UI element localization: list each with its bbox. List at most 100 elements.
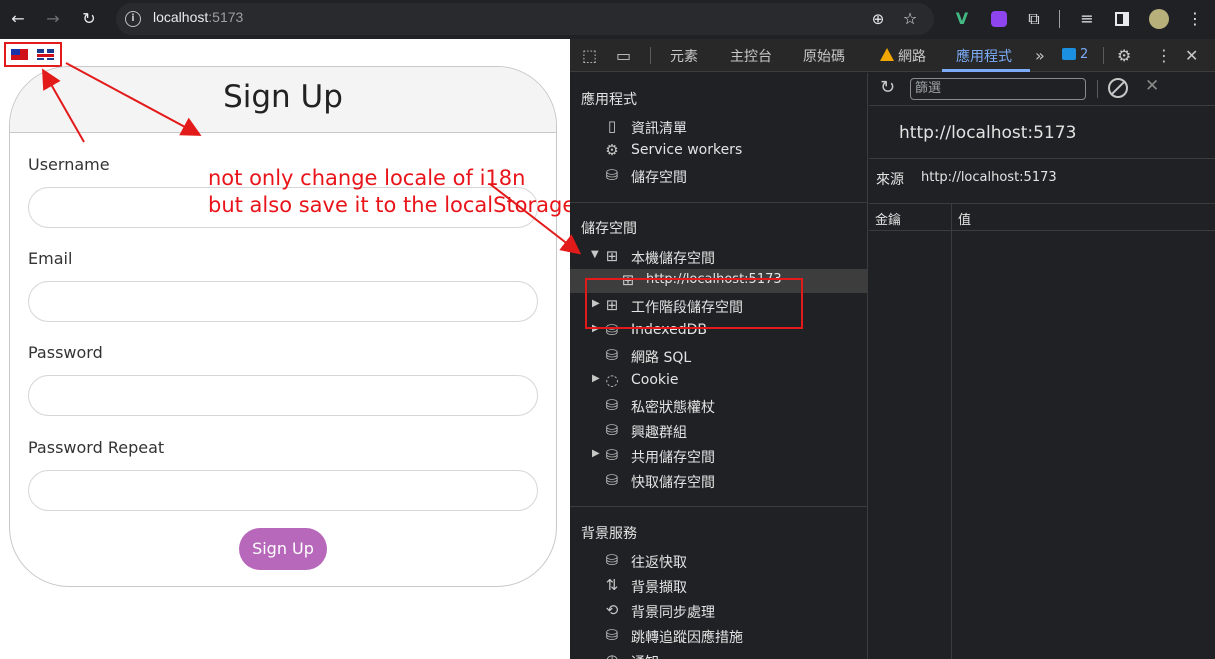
password-label: Password [28,343,103,362]
locale-switcher [4,42,62,67]
section-storage: 儲存空間 [581,221,637,237]
sidebar-item-background-fetch[interactable]: ⇅ 背景擷取 [570,574,868,598]
web-page: Sign Up Username Email Password Password… [0,39,575,659]
column-header-key[interactable]: 金鑰 [875,209,901,228]
forward-icon[interactable]: → [41,7,65,31]
storage-view: ↻ 篩選 ✕ http://localhost:5173 來源 http://l… [869,73,1215,659]
star-icon[interactable]: ☆ [898,7,922,31]
sidebar-item-shared-storage[interactable]: ▶ ⛁ 共用儲存空間 [570,444,868,468]
tab-divider [650,47,651,64]
browser-toolbar: ← → ↻ i localhost:5173 ⊕ ☆ V ⧉ ≡ ⋮ [0,0,1215,39]
sidebar-item-websql[interactable]: ⛁ 網路 SQL [570,344,868,368]
password-repeat-input[interactable] [28,470,538,511]
sidebar-item-notifications[interactable]: ◷ 通知 [570,649,868,659]
sidebar-item-service-workers[interactable]: ⚙ Service workers [570,139,868,163]
password-input[interactable] [28,375,538,416]
column-header-value[interactable]: 值 [958,209,971,228]
sidebar-item-cookies[interactable]: ▶ ◌ Cookie [570,369,868,393]
email-label: Email [28,249,73,268]
info-icon[interactable]: i [125,11,141,27]
taiwan-flag-icon[interactable] [11,49,28,60]
table-icon: ⊞ [605,247,619,265]
address-bar[interactable]: i localhost:5173 ⊕ ☆ [116,3,934,35]
database-icon: ⛁ [605,346,619,364]
inspect-icon[interactable]: ⬚ [582,46,597,65]
sidebar-item-cache-storage[interactable]: ⛁ 快取儲存空間 [570,469,868,493]
email-input[interactable] [28,281,538,322]
annotation-highlight-box [585,278,803,329]
sidebar-item-background-sync[interactable]: ⟲ 背景同步處理 [570,599,868,623]
more-options-icon[interactable]: ⋮ [1156,46,1172,65]
sidepanel-icon[interactable] [1110,7,1134,31]
back-icon[interactable]: ← [6,7,30,31]
database-icon: ⛁ [605,551,619,569]
puzzle-icon[interactable]: ⧉ [1022,7,1046,31]
more-tabs-icon[interactable]: » [1035,46,1045,65]
page-title: Sign Up [223,79,343,115]
tab-sources[interactable]: 原始碼 [803,46,845,66]
settings-icon[interactable]: ⚙ [1117,46,1131,65]
close-devtools-icon[interactable]: ✕ [1185,46,1198,65]
sidebar-item-interest-groups[interactable]: ⛁ 興趣群組 [570,419,868,443]
sidebar-item-private-state-tokens[interactable]: ⛁ 私密狀態權杖 [570,394,868,418]
url-text: localhost:5173 [153,9,244,25]
password-repeat-label: Password Repeat [28,438,165,457]
sidebar-item-manifest[interactable]: ▯ 資訊清單 [570,115,868,139]
sync-icon: ⟲ [605,601,619,619]
toolbar-divider [1097,80,1098,98]
extension-icon[interactable] [987,7,1011,31]
section-background-services: 背景服務 [581,526,637,542]
zoom-icon[interactable]: ⊕ [866,7,890,31]
database-icon: ⛁ [605,471,619,489]
bell-icon: ◷ [603,651,621,659]
sidebar-item-storage[interactable]: ⛁ 儲存空間 [570,164,868,188]
vue-extension-icon[interactable]: V [950,7,974,31]
annotation-line-1: not only change locale of i18n [208,166,526,190]
file-icon: ▯ [607,117,617,135]
refresh-icon[interactable]: ↻ [880,77,895,98]
up-down-arrows-icon: ⇅ [605,576,619,594]
database-icon: ⛁ [605,626,619,644]
tab-network[interactable]: 網路 [898,46,926,66]
tab-application[interactable]: 應用程式 [956,46,1012,66]
collapsed-arrow-icon[interactable]: ▶ [592,373,600,384]
menu-icon[interactable]: ⋮ [1183,7,1207,31]
database-icon: ⛁ [605,396,619,414]
sidebar-item-bounce-tracking[interactable]: ⛁ 跳轉追蹤因應措施 [570,624,868,648]
database-icon: ⛁ [605,421,619,439]
database-icon: ⛁ [605,166,619,184]
application-sidebar: 應用程式 ▯ 資訊清單 ⚙ Service workers ⛁ 儲存空間 儲存空… [570,73,868,659]
collapsed-arrow-icon[interactable]: ▶ [592,448,600,459]
database-icon: ⛁ [605,446,619,464]
signup-button[interactable]: Sign Up [239,528,327,570]
reload-icon[interactable]: ↻ [77,7,101,31]
column-divider[interactable] [951,203,952,659]
gears-icon: ⚙ [605,141,619,159]
card-header: Sign Up [10,67,556,133]
tab-elements[interactable]: 元素 [670,46,698,66]
media-icon[interactable]: ≡ [1075,7,1099,31]
cookie-icon: ◌ [605,371,619,389]
signup-card: Sign Up Username Email Password Password… [9,66,557,587]
tab-divider [1103,47,1104,64]
devtools-panel: ⬚ ▭ 元素 主控台 原始碼 網路 應用程式 » 2 ⚙ ⋮ ✕ 應用程式 ▯ … [570,39,1215,659]
origin-label: 來源 [876,172,904,188]
divider [869,158,1215,159]
message-icon[interactable] [1062,48,1076,60]
device-toggle-icon[interactable]: ▭ [616,46,631,65]
expand-arrow-icon[interactable]: ▼ [591,249,599,260]
section-application: 應用程式 [581,92,637,108]
tab-console[interactable]: 主控台 [730,46,772,66]
username-label: Username [28,155,110,174]
table-header: 金鑰 值 [869,203,1215,231]
sidebar-item-bfcache[interactable]: ⛁ 往返快取 [570,549,868,573]
uk-flag-icon[interactable] [37,49,54,60]
section-divider [570,202,868,203]
origin-value: http://localhost:5173 [921,170,1057,185]
clear-all-icon[interactable] [1108,78,1128,98]
delete-selected-icon[interactable]: ✕ [1145,76,1159,96]
profile-avatar[interactable] [1147,7,1171,31]
warning-icon [880,48,894,61]
filter-input[interactable]: 篩選 [910,78,1086,100]
sidebar-item-local-storage[interactable]: ▼ ⊞ 本機儲存空間 [570,245,868,269]
